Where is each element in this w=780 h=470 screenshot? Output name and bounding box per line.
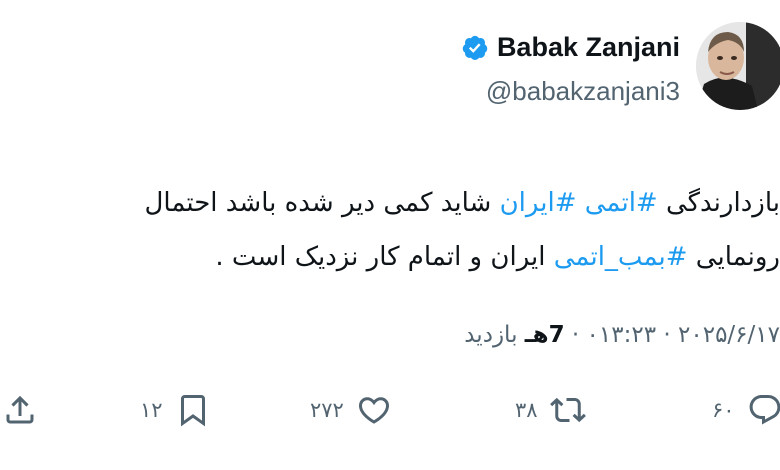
hashtag-link[interactable]: #بمب_اتمی xyxy=(554,242,688,272)
bookmark-icon xyxy=(180,395,205,427)
bookmark-button[interactable]: ۱۲ xyxy=(140,385,211,435)
tweet-text-segment: رونمایی xyxy=(687,242,780,272)
avatar-photo xyxy=(696,22,780,110)
hashtag-link[interactable]: #ایران xyxy=(500,188,577,218)
tweet-date[interactable]: ۲۰۲۵/۶/۱۷ xyxy=(678,322,780,348)
hashtag-link[interactable]: #اتمی xyxy=(585,188,658,218)
tweet-text-segment: شاید کمی دیر شده باشد احتمال xyxy=(144,188,500,218)
tweet-line-1: بازدارندگی #اتمی #ایران شاید کمی دیر شده… xyxy=(0,176,780,230)
tweet-text-segment: ایران و اتمام کار نزدیک است . xyxy=(215,242,554,272)
retweet-button[interactable]: ۳۸ xyxy=(515,385,586,435)
tweet-line-2: رونمایی #بمب_اتمی ایران و اتمام کار نزدی… xyxy=(0,230,780,284)
tweet-meta: ۲۰۲۵/۶/۱۷ · ۰۱۳:۲۳ · 7هـ بازدید xyxy=(464,322,780,348)
heart-icon xyxy=(358,397,389,424)
retweet-count: ۳۸ xyxy=(515,398,538,422)
author-name[interactable]: Babak Zanjani xyxy=(497,32,680,63)
meta-separator: · xyxy=(656,322,679,348)
tweet-text-segment: بازدارندگی xyxy=(657,188,780,218)
like-button[interactable]: ۲۷۲ xyxy=(310,385,392,435)
author-name-row: Babak Zanjani xyxy=(461,32,680,63)
meta-separator: · xyxy=(564,322,587,348)
share-button[interactable] xyxy=(2,385,38,435)
avatar[interactable] xyxy=(696,22,780,110)
tweet-text: بازدارندگی #اتمی #ایران شاید کمی دیر شده… xyxy=(0,176,780,284)
like-count: ۲۷۲ xyxy=(310,398,344,422)
verified-badge-icon xyxy=(462,35,488,60)
view-count: 7هـ xyxy=(524,322,565,348)
tweet-text-segment xyxy=(577,188,585,218)
reply-count: ۶۰ xyxy=(712,398,735,422)
reply-icon xyxy=(749,395,780,425)
action-bar: ۱۲ ۲۷۲ ۳۸ ۶۰ xyxy=(0,385,780,435)
bookmark-count: ۱۲ xyxy=(140,398,163,422)
reply-button[interactable]: ۶۰ xyxy=(712,385,780,435)
author-handle[interactable]: @babakzanjani3 xyxy=(486,76,680,107)
share-icon xyxy=(6,395,34,424)
views-label: بازدید xyxy=(464,322,525,348)
retweet-icon xyxy=(549,397,586,423)
tweet-time[interactable]: ۰۱۳:۲۳ xyxy=(587,322,657,348)
